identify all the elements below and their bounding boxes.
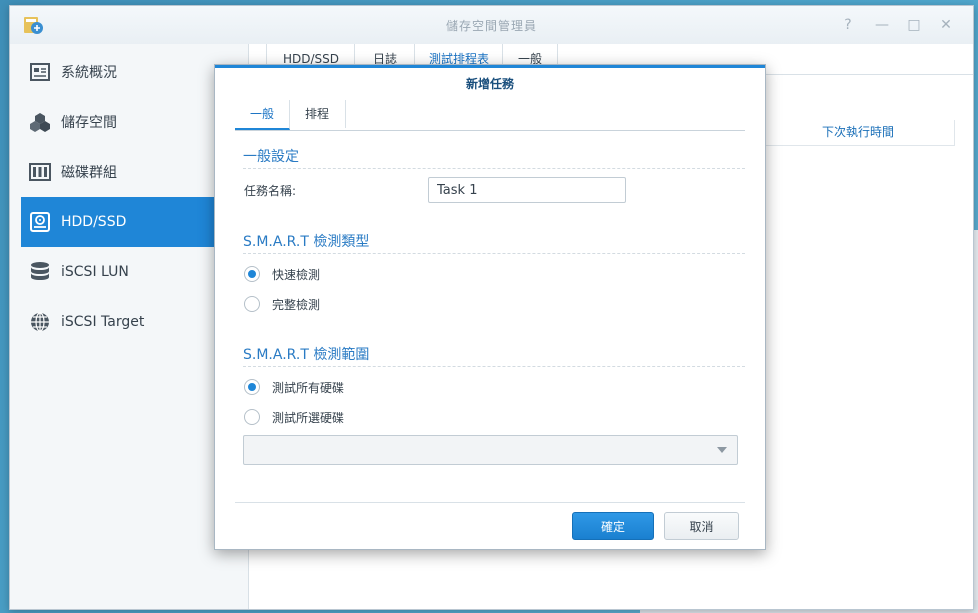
radio-test-all-disks[interactable]: 測試所有硬碟 bbox=[244, 377, 344, 397]
storage-cubes-icon bbox=[29, 111, 51, 133]
task-name-label: 任務名稱: bbox=[244, 184, 297, 198]
globe-icon bbox=[29, 311, 51, 333]
sidebar-item-label: 儲存空間 bbox=[61, 115, 117, 131]
sidebar-item-overview[interactable]: 系統概況 bbox=[21, 47, 241, 97]
radio-label: 完整檢測 bbox=[272, 297, 321, 312]
radio-button[interactable] bbox=[244, 379, 260, 395]
overview-icon bbox=[29, 61, 51, 83]
sidebar-item-hdd-ssd[interactable]: HDD/SSD bbox=[21, 197, 241, 247]
sidebar-item-label: iSCSI LUN bbox=[61, 264, 129, 280]
radio-quick-test[interactable]: 快速檢測 bbox=[244, 264, 320, 284]
disk-select-dropdown[interactable] bbox=[243, 435, 738, 465]
radio-button[interactable] bbox=[244, 296, 260, 312]
dialog-tab-schedule[interactable]: 排程 bbox=[289, 100, 346, 128]
section-divider bbox=[243, 253, 745, 254]
maximize-icon[interactable]: □ bbox=[903, 14, 925, 36]
column-header-next-run[interactable]: 下次執行時間 bbox=[762, 120, 955, 146]
ok-button[interactable]: 確定 bbox=[572, 512, 654, 540]
general-settings-heading: 一般設定 bbox=[243, 149, 299, 165]
task-name-input[interactable] bbox=[428, 177, 626, 203]
dialog-title: 新增任務 bbox=[465, 77, 514, 91]
sidebar-item-label: 系統概況 bbox=[61, 65, 117, 81]
dialog-accent-bar bbox=[215, 65, 765, 68]
radio-button[interactable] bbox=[244, 409, 260, 425]
sidebar-item-iscsi-lun[interactable]: iSCSI LUN bbox=[21, 247, 241, 297]
title-bar[interactable]: 儲存空間管理員 ? — □ ✕ bbox=[10, 6, 973, 44]
section-divider bbox=[243, 366, 745, 367]
cancel-button[interactable]: 取消 bbox=[664, 512, 739, 540]
minimize-icon[interactable]: — bbox=[871, 14, 893, 36]
radio-test-selected-disks[interactable]: 測試所選硬碟 bbox=[244, 407, 344, 427]
sidebar-item-label: iSCSI Target bbox=[61, 314, 145, 330]
radio-label: 快速檢測 bbox=[272, 267, 321, 282]
sidebar-item-storage[interactable]: 儲存空間 bbox=[21, 97, 241, 147]
dialog-footer-divider bbox=[235, 502, 745, 503]
sidebar-item-label: HDD/SSD bbox=[61, 214, 127, 230]
new-task-dialog: 新增任務 一般 排程 一般設定 任務名稱: S.M.A.R.T 檢測類型 快速檢… bbox=[214, 64, 766, 550]
sidebar-item-label: 磁碟群組 bbox=[61, 165, 117, 181]
help-icon[interactable]: ? bbox=[837, 14, 859, 36]
database-icon bbox=[29, 261, 51, 283]
section-divider bbox=[243, 168, 745, 169]
radio-label: 測試所有硬碟 bbox=[272, 380, 345, 395]
radio-button[interactable] bbox=[244, 266, 260, 282]
smart-scope-heading: S.M.A.R.T 檢測範圍 bbox=[243, 347, 370, 363]
smart-type-heading: S.M.A.R.T 檢測類型 bbox=[243, 234, 370, 250]
dialog-tab-general[interactable]: 一般 bbox=[235, 100, 290, 130]
hdd-icon bbox=[29, 211, 51, 233]
radio-full-test[interactable]: 完整檢測 bbox=[244, 294, 320, 314]
window-title: 儲存空間管理員 bbox=[445, 19, 537, 33]
disk-group-icon bbox=[29, 161, 51, 183]
sidebar-item-iscsi-target[interactable]: iSCSI Target bbox=[21, 297, 241, 347]
sidebar-item-disk-group[interactable]: 磁碟群組 bbox=[21, 147, 241, 197]
chevron-down-icon[interactable] bbox=[717, 447, 727, 453]
dialog-tabs: 一般 排程 bbox=[235, 100, 745, 131]
close-icon[interactable]: ✕ bbox=[935, 14, 957, 36]
radio-label: 測試所選硬碟 bbox=[272, 410, 345, 425]
